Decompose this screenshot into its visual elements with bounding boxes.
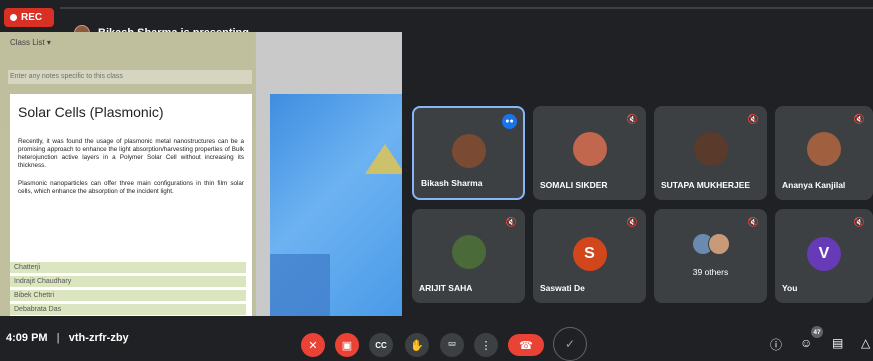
slide-title: Solar Cells (Plasmonic) (18, 104, 164, 120)
bg-row: Chatterji (10, 262, 246, 273)
others-tile[interactable]: 🔇 39 others (654, 209, 767, 303)
others-avatars (691, 233, 730, 255)
slide-divider (256, 94, 270, 316)
info-icon[interactable]: ⓘ (770, 336, 782, 353)
camera-off-icon: ▣ (341, 339, 353, 352)
participant-tile[interactable]: 🔇 SUTAPA MUKHERJEE (654, 106, 767, 200)
avatar (707, 233, 730, 255)
avatar (693, 132, 728, 166)
avatar (451, 235, 486, 269)
bg-row: Indrajit Chaudhary (10, 276, 246, 287)
mic-off-icon: 🔇 (505, 217, 517, 227)
participant-name: ARIJIT SAHA (419, 283, 473, 293)
avatar (807, 132, 841, 166)
participant-name: Ananya Kanjilal (782, 180, 846, 190)
shared-screen[interactable]: Class List ▾ Enter any notes specific to… (0, 32, 402, 316)
mic-off-icon: 🔇 (853, 217, 865, 227)
top-divider (60, 7, 873, 9)
mic-off-icon: ✕ (308, 339, 318, 352)
recording-label: REC (21, 12, 43, 23)
participant-name: SUTAPA MUKHERJEE (661, 180, 751, 190)
more-options-icon: ⋮ (480, 339, 492, 352)
participant-name: Saswati De (540, 283, 585, 293)
participant-name: Bikash Sharma (421, 178, 483, 188)
camera-toggle-button[interactable]: ▣ (335, 333, 359, 357)
mic-off-icon: 🔇 (626, 114, 638, 124)
participant-tile[interactable]: 🔇 ARIJIT SAHA (412, 209, 525, 303)
others-count: 39 others (692, 267, 729, 277)
slide-paragraph-2: Plasmonic nanoparticles can offer three … (18, 180, 244, 195)
participant-tile[interactable]: 🔇 V You (775, 209, 873, 303)
activities-icon[interactable]: △ (861, 336, 870, 350)
people-count-badge: 47 (811, 326, 823, 338)
participant-tile[interactable]: 🔇 Ananya Kanjilal (775, 106, 873, 200)
class-list-label: Class List ▾ (10, 38, 51, 47)
mic-off-icon: 🔇 (853, 114, 865, 124)
slide-graphic (270, 94, 402, 316)
end-call-button[interactable]: ☎ (508, 334, 544, 356)
speaking-indicator-icon: ●● (502, 114, 517, 129)
raise-hand-button[interactable]: ✋ (405, 333, 429, 357)
bg-row: Bibek Chettri (10, 290, 246, 301)
slide-decoration (270, 254, 330, 316)
end-call-icon: ☎ (519, 339, 533, 352)
meeting-code: vth-zrfr-zby (68, 332, 129, 344)
participant-name: You (782, 283, 798, 293)
slide-decoration (365, 144, 402, 174)
participant-tile[interactable]: ●● Bikash Sharma (412, 106, 525, 200)
more-options-button[interactable]: ⋮ (474, 333, 498, 357)
present-icon: ⮹ (447, 338, 457, 351)
raise-hand-icon: ✋ (410, 339, 424, 352)
participant-tile[interactable]: 🔇 SOMALI SIKDER (533, 106, 646, 200)
participant-name: SOMALI SIKDER (540, 180, 608, 190)
record-dot-icon (10, 14, 17, 21)
mic-off-icon: 🔇 (626, 217, 638, 227)
clock-time: 4:09 PM (6, 332, 48, 344)
chat-icon[interactable]: ▤ (832, 336, 843, 350)
mic-off-icon: 🔇 (747, 217, 759, 227)
avatar (572, 132, 607, 166)
captions-icon: CC (375, 340, 387, 350)
present-button[interactable]: ⮹ (440, 333, 464, 357)
people-icon[interactable]: ☺ (800, 336, 812, 350)
mic-off-icon: 🔇 (747, 114, 759, 124)
check-icon: ✓ (564, 337, 576, 351)
participant-tile[interactable]: 🔇 S Saswati De (533, 209, 646, 303)
mic-toggle-button[interactable]: ✕ (301, 333, 325, 357)
avatar: V (807, 237, 841, 271)
separator: | (56, 332, 60, 344)
avatar (451, 134, 486, 168)
captions-button[interactable]: CC (369, 333, 393, 357)
recording-badge: REC (4, 8, 54, 27)
avatar: S (572, 237, 607, 271)
meeting-info: 4:09 PM | vth-zrfr-zby (6, 332, 129, 344)
bg-row: Debabrata Das (10, 304, 246, 315)
notes-field: Enter any notes specific to this class (8, 70, 252, 84)
slide-paragraph-1: Recently, it was found the usage of plas… (18, 138, 244, 169)
